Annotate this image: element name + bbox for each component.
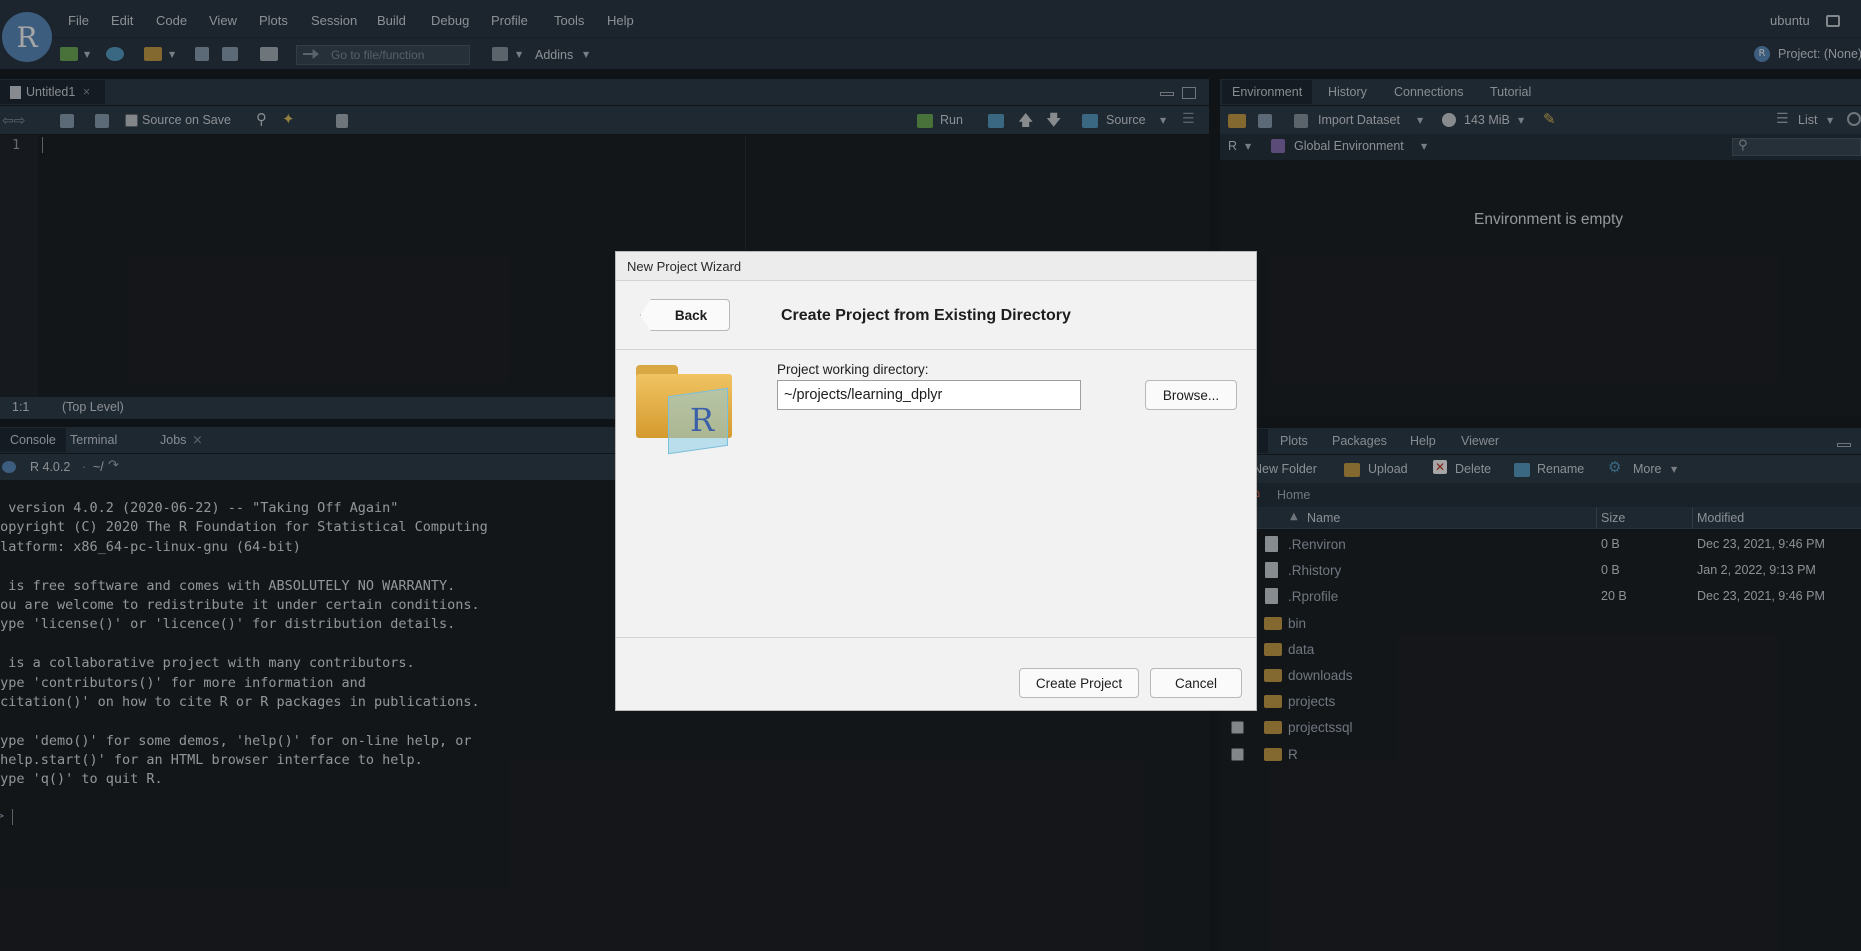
back-button-label: Back <box>674 307 708 323</box>
folder-r-icon: R <box>636 365 732 455</box>
back-button[interactable]: Back <box>640 299 730 331</box>
project-directory-field[interactable] <box>777 380 1081 410</box>
cancel-button[interactable]: Cancel <box>1150 668 1242 698</box>
browse-button[interactable]: Browse... <box>1145 380 1237 410</box>
new-project-dialog: New Project Wizard Back Create Project f… <box>615 251 1257 711</box>
dialog-title: New Project Wizard <box>627 259 742 274</box>
divider <box>616 349 1256 350</box>
dialog-heading: Create Project from Existing Directory <box>781 307 1071 324</box>
divider <box>616 637 1256 638</box>
dir-label: Project working directory: <box>777 362 929 377</box>
create-project-button[interactable]: Create Project <box>1019 668 1139 698</box>
